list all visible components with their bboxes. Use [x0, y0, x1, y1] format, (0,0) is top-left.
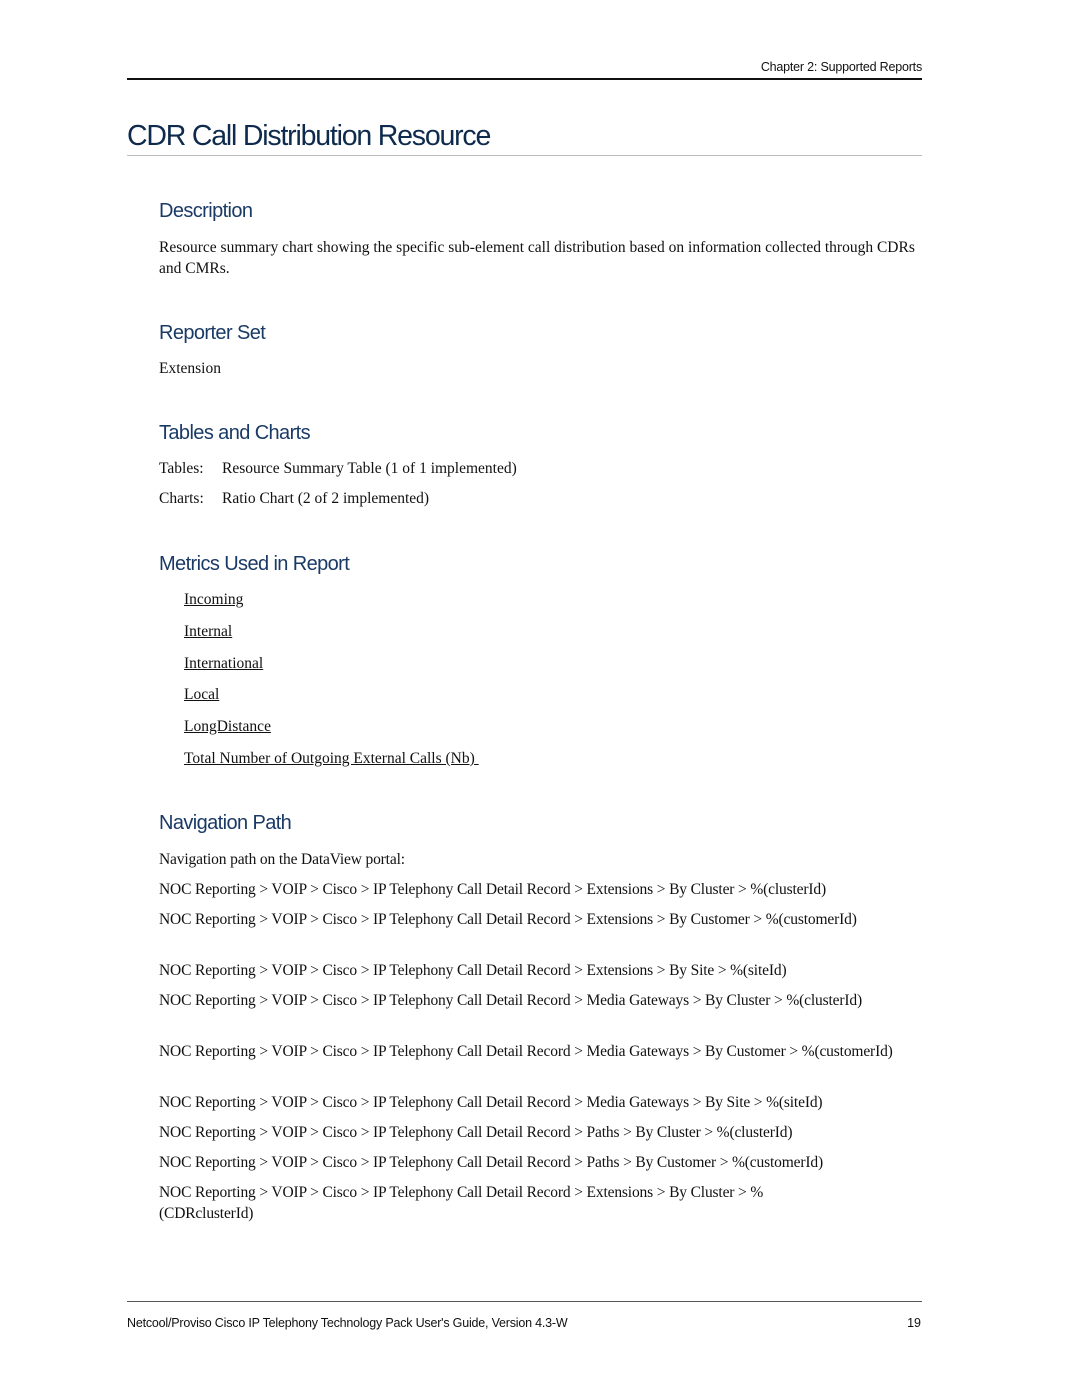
tables-label: Tables: [159, 460, 204, 477]
running-head: Chapter 2: Supported Reports [760, 60, 922, 74]
metric-link-local[interactable]: Local [184, 686, 219, 704]
navigation-path-item: NOC Reporting > VOIP > Cisco > IP Teleph… [159, 1124, 793, 1141]
description-text: Resource summary chart showing the speci… [159, 239, 915, 277]
page-title: CDR Call Distribution Resource [127, 120, 491, 152]
metrics-heading: Metrics Used in Report [159, 553, 350, 575]
title-rule [127, 155, 922, 156]
navigation-path-item: NOC Reporting > VOIP > Cisco > IP Teleph… [159, 911, 857, 928]
reporter-set-heading: Reporter Set [159, 322, 266, 344]
metric-link-internal[interactable]: Internal [184, 623, 232, 641]
tables-and-charts-heading: Tables and Charts [159, 422, 311, 444]
navigation-path-item: NOC Reporting > VOIP > Cisco > IP Teleph… [159, 881, 827, 898]
navigation-intro: Navigation path on the DataView portal: [159, 851, 405, 868]
tables-row: Tables: Resource Summary Table (1 of 1 im… [159, 460, 517, 478]
metric-link-incoming[interactable]: Incoming [184, 591, 243, 609]
metric-link-total-outgoing-external-calls[interactable]: Total Number of Outgoing External Calls … [184, 750, 479, 768]
navigation-path-item: NOC Reporting > VOIP > Cisco > IP Teleph… [159, 1154, 824, 1171]
charts-label: Charts: [159, 490, 204, 507]
navigation-path-item: NOC Reporting > VOIP > Cisco > IP Teleph… [159, 992, 862, 1009]
navigation-path-item: NOC Reporting > VOIP > Cisco > IP Teleph… [159, 1184, 764, 1222]
charts-value: Ratio Chart (2 of 2 implemented) [222, 490, 430, 507]
tables-value: Resource Summary Table (1 of 1 implement… [222, 460, 517, 477]
navigation-path-heading: Navigation Path [159, 812, 292, 834]
footer-rule [127, 1301, 922, 1302]
navigation-path-item: NOC Reporting > VOIP > Cisco > IP Teleph… [159, 962, 787, 979]
page-number: 19 [907, 1316, 921, 1330]
reporter-set-text: Extension [159, 360, 221, 377]
metric-link-international[interactable]: International [184, 655, 263, 673]
navigation-path-item: NOC Reporting > VOIP > Cisco > IP Teleph… [159, 1043, 893, 1060]
footer-text: Netcool/Proviso Cisco IP Telephony Techn… [127, 1316, 568, 1330]
description-heading: Description [159, 200, 253, 222]
metric-link-longdistance[interactable]: LongDistance [184, 718, 271, 736]
navigation-path-item: NOC Reporting > VOIP > Cisco > IP Teleph… [159, 1094, 823, 1111]
charts-row: Charts: Ratio Chart (2 of 2 implemented) [159, 490, 429, 508]
header-rule [127, 78, 922, 80]
